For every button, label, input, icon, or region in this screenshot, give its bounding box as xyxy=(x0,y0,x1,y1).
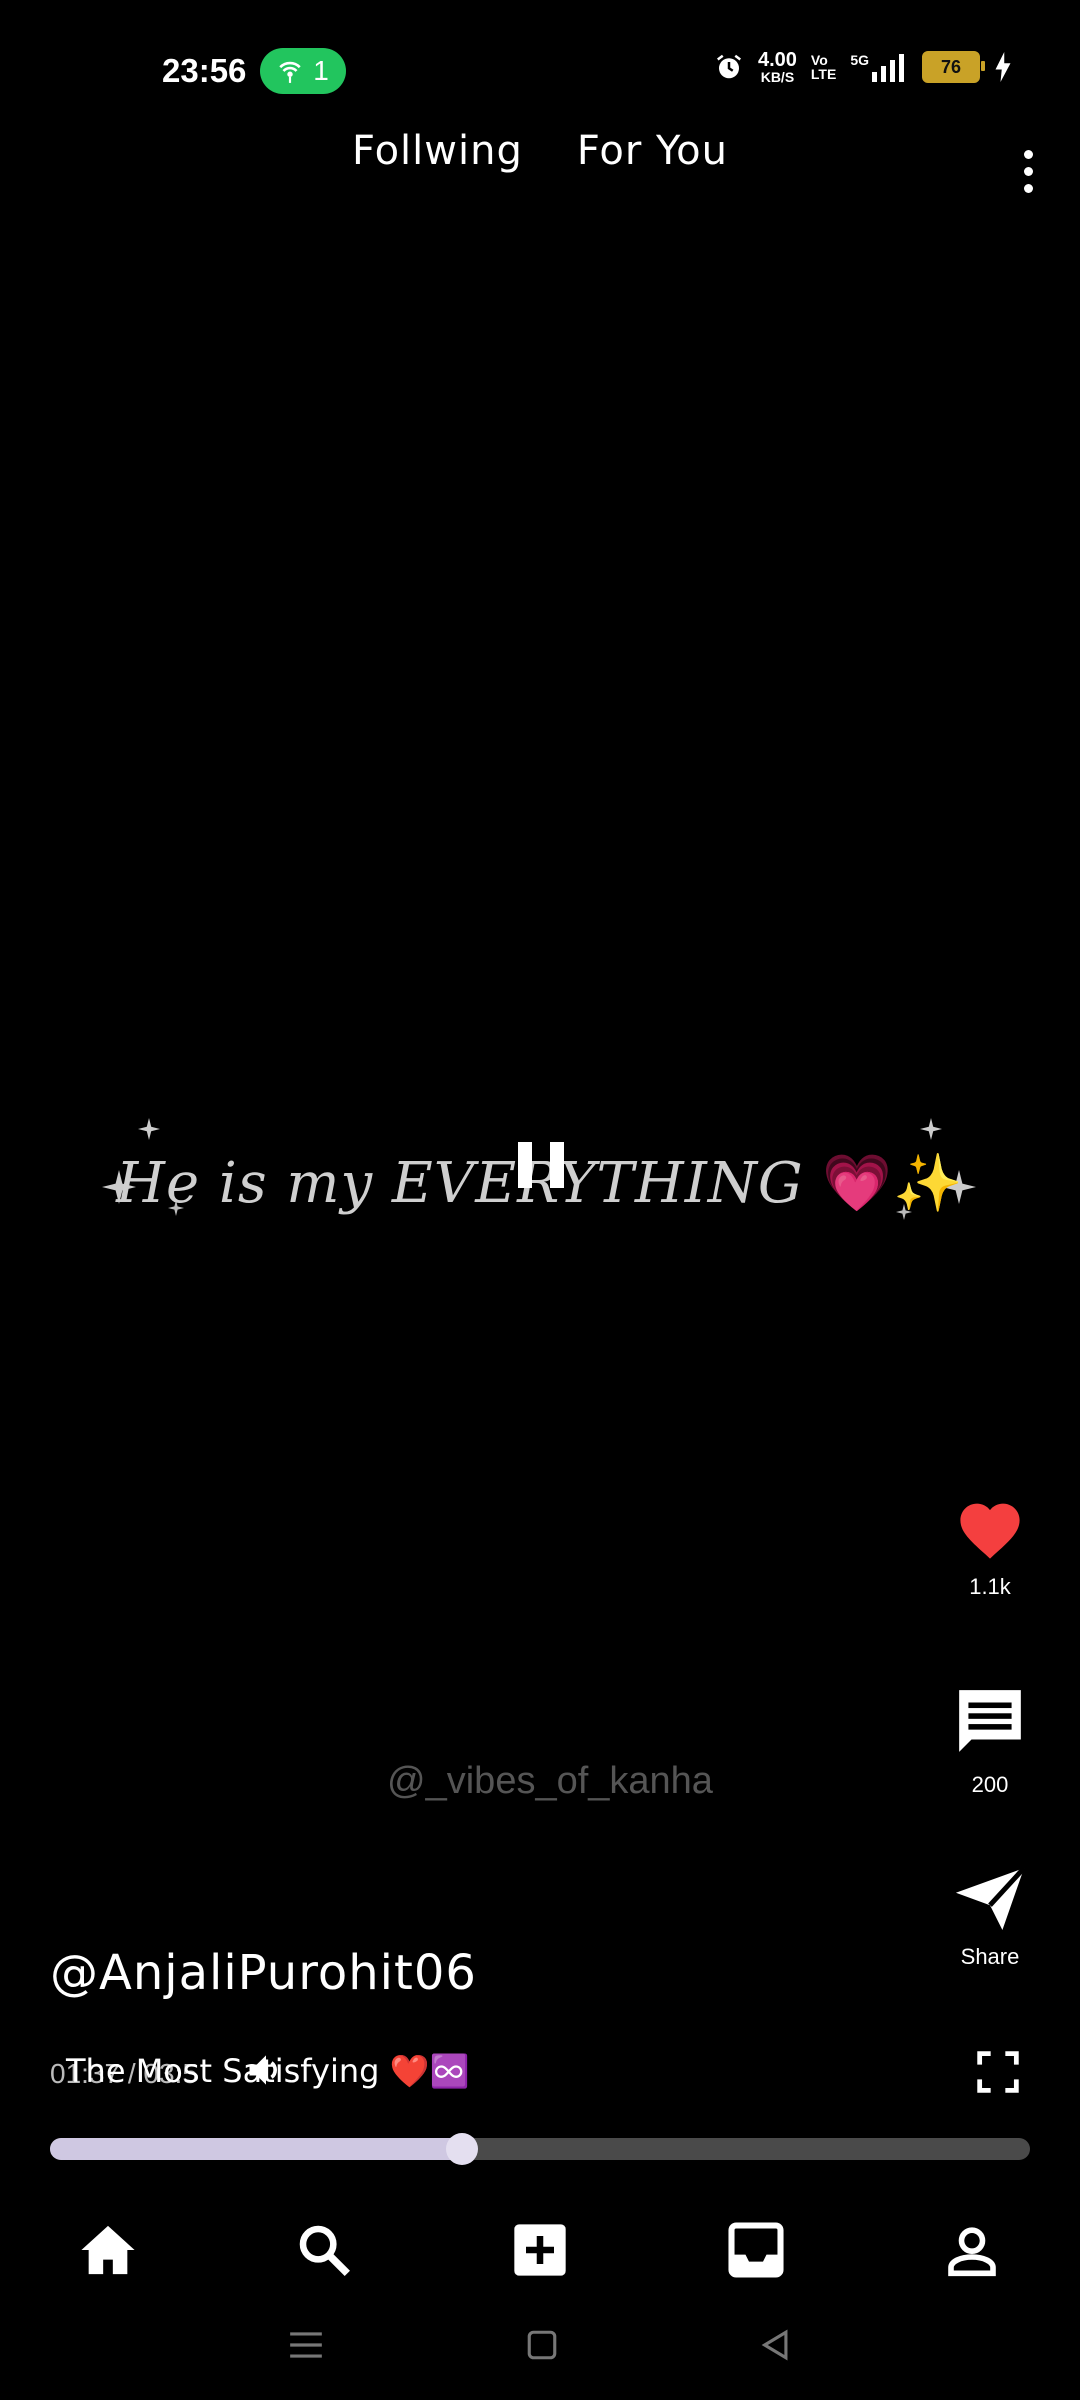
video-watermark: @_vibes_of_kanha xyxy=(387,1760,713,1802)
nav-search[interactable] xyxy=(279,2210,369,2290)
tab-following[interactable]: Follwing xyxy=(352,128,523,174)
feed-tabs: Follwing For You xyxy=(0,128,1080,174)
pause-icon[interactable] xyxy=(518,1142,564,1188)
comment-icon xyxy=(959,1690,1021,1752)
volte-indicator: Vo LTE xyxy=(810,52,837,82)
inbox-icon xyxy=(728,2222,784,2278)
signal-indicator: 5G xyxy=(850,52,908,82)
fullscreen-icon[interactable] xyxy=(976,2050,1020,2094)
send-icon xyxy=(955,1868,1026,1930)
share-label: Share xyxy=(960,1944,1020,1969)
comment-button[interactable]: 200 xyxy=(930,1684,1050,1798)
video-progress-bar[interactable] xyxy=(50,2133,1030,2165)
charging-icon xyxy=(995,52,1011,82)
like-count: 1.1k xyxy=(969,1574,1011,1599)
like-button[interactable]: 1.1k xyxy=(930,1498,1050,1600)
alarm-icon xyxy=(716,54,741,79)
progress-thumb[interactable] xyxy=(445,2133,478,2165)
progress-fill xyxy=(50,2138,462,2160)
search-icon xyxy=(299,2225,350,2276)
network-type: 5G xyxy=(850,52,869,68)
battery-indicator: 76 xyxy=(922,51,985,83)
signal-icon xyxy=(872,54,904,82)
video-feed-screen: 23:56 1 4.00 KB/S Vo LTE 5G 76 Follwing … xyxy=(0,0,1080,2400)
post-username[interactable]: @AnjaliPurohit06 xyxy=(50,1945,477,2001)
share-button[interactable]: Share xyxy=(930,1868,1050,1970)
network-speed: 4.00 KB/S xyxy=(757,49,797,85)
profile-icon xyxy=(948,2227,996,2277)
tab-for-you[interactable]: For You xyxy=(577,128,728,174)
back-icon[interactable] xyxy=(759,2328,793,2362)
bottom-navigation xyxy=(0,2210,1080,2290)
add-icon xyxy=(514,2224,566,2276)
sparkle-icon xyxy=(138,1118,160,1140)
nav-home[interactable] xyxy=(63,2210,153,2290)
nav-profile[interactable] xyxy=(927,2210,1017,2290)
home-button-icon[interactable] xyxy=(525,2328,559,2362)
volume-icon[interactable] xyxy=(244,2048,288,2092)
status-bar: 23:56 1 4.00 KB/S Vo LTE 5G 76 xyxy=(0,0,1080,130)
nav-create[interactable] xyxy=(495,2210,585,2290)
recents-icon[interactable] xyxy=(287,2328,325,2362)
hotspot-indicator: 1 xyxy=(260,48,346,94)
status-time: 23:56 xyxy=(162,52,247,89)
more-vertical-icon[interactable] xyxy=(1018,150,1038,193)
heart-icon xyxy=(960,1503,1020,1559)
sparkle-icon xyxy=(920,1118,942,1140)
video-player[interactable] xyxy=(0,200,1080,1850)
hotspot-icon xyxy=(279,61,301,83)
hotspot-count: 1 xyxy=(313,55,329,86)
system-navigation xyxy=(0,2310,1080,2380)
home-icon xyxy=(81,2225,135,2275)
status-indicators: 4.00 KB/S Vo LTE 5G 76 xyxy=(714,50,1012,84)
comment-count: 200 xyxy=(971,1772,1009,1797)
nav-inbox[interactable] xyxy=(711,2210,801,2290)
